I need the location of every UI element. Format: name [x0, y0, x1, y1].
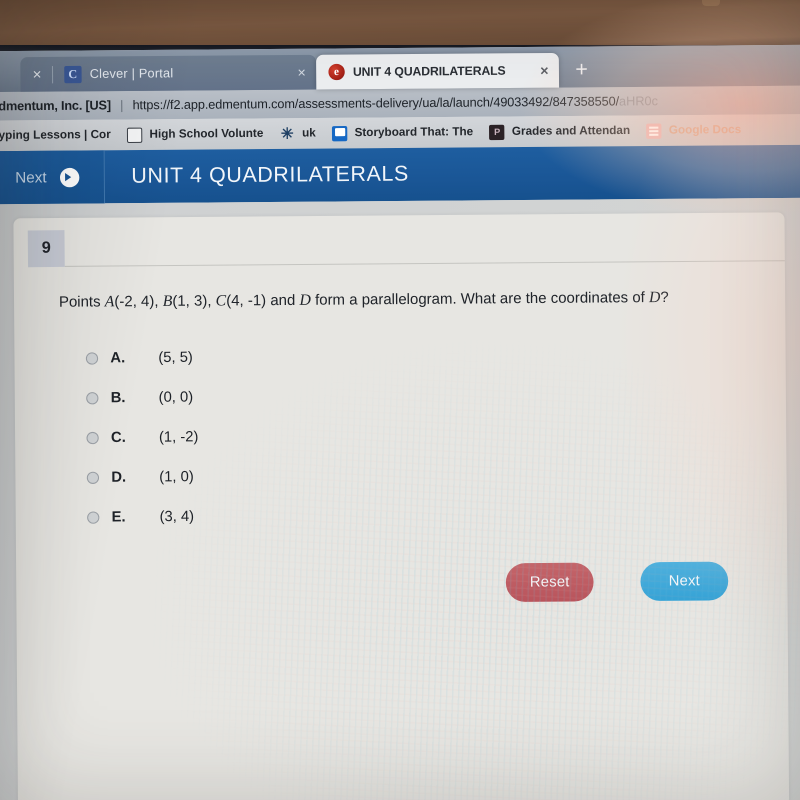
option-value: (0, 0) — [158, 388, 194, 406]
option-value: (5, 5) — [158, 349, 193, 366]
point-label-d-2: D — [648, 288, 661, 307]
browser-tab-label: Clever | Portal — [89, 66, 174, 82]
point-label-b: B — [162, 292, 173, 310]
reset-button[interactable]: Reset — [505, 562, 594, 603]
point-label-c: C — [215, 292, 227, 310]
radio-button-a[interactable] — [85, 351, 99, 365]
point-label-d: D — [299, 291, 311, 309]
desk-surface — [0, 0, 800, 45]
close-icon[interactable]: × — [540, 62, 549, 78]
arrow-right-circle-icon — [59, 167, 80, 187]
question-card: 9 Points A(-2, 4), B(1, 3), C(4, -1) and… — [13, 212, 790, 800]
page-icon — [127, 127, 143, 143]
next-button[interactable]: Next — [640, 561, 729, 602]
browser-tab-unit4[interactable]: e UNIT 4 QUADRILATERALS × — [316, 52, 560, 90]
action-button-row: Reset Next — [16, 561, 787, 606]
bookmark-label: Typing Lessons | Cor — [0, 128, 111, 143]
google-docs-icon — [646, 122, 662, 139]
bookmark-grades-and-attendance[interactable]: P Grades and Attendan — [489, 123, 631, 140]
option-letter: C. — [110, 429, 126, 446]
address-url-tail: aHR0c — [618, 93, 659, 109]
answer-option-c[interactable]: C. (1, -2) — [86, 417, 198, 458]
radio-button-d[interactable] — [86, 471, 100, 484]
photo-of-screen: × C Clever | Portal × e UNIT 4 QUADRILAT… — [0, 0, 800, 800]
option-value: (3, 4) — [159, 508, 195, 525]
bookmark-label: Grades and Attendan — [511, 124, 631, 138]
radio-button-c[interactable] — [86, 431, 99, 444]
prompt-segment: (1, 3), — [172, 293, 216, 310]
header-next-label: Next — [15, 168, 47, 187]
assessment-header: Next UNIT 4 QUADRILATERALS — [0, 144, 800, 205]
answer-option-d[interactable]: D. (1, 0) — [86, 457, 199, 498]
bookmark-label: uk — [302, 127, 316, 140]
address-url-text: https://f2.app.edmentum.com/assessments-… — [132, 94, 620, 113]
assessment-stage: 9 Points A(-2, 4), B(1, 3), C(4, -1) and… — [0, 197, 800, 800]
bookmark-storyboard-that[interactable]: Storyboard That: The — [332, 124, 474, 141]
browser-tab-clever[interactable]: × C Clever | Portal × — [20, 54, 317, 92]
tab-separator — [51, 65, 54, 83]
screen-content: × C Clever | Portal × e UNIT 4 QUADRILAT… — [0, 44, 800, 800]
radio-button-e[interactable] — [87, 510, 100, 524]
prompt-segment: form a parallelogram. What are the coord… — [310, 289, 650, 309]
bookmark-label: Storyboard That: The — [354, 125, 474, 140]
star-icon: ✳ — [280, 125, 294, 143]
prompt-segment: Points — [58, 294, 105, 311]
option-value: (1, -2) — [158, 428, 199, 446]
header-next-button[interactable]: Next — [0, 150, 106, 205]
storyboard-icon — [332, 125, 348, 141]
option-value: (1, 0) — [159, 468, 194, 485]
option-letter: D. — [111, 468, 127, 486]
site-identity-label: Edmentum, Inc. [US] — [0, 98, 111, 114]
tab-leading-close-icon[interactable]: × — [33, 66, 42, 83]
prompt-segment: (-2, 4), — [114, 293, 163, 311]
desk-notch — [702, 0, 720, 6]
clever-c-icon: C — [64, 65, 82, 83]
bookmark-label: Google Docs — [668, 123, 742, 137]
question-number-badge: 9 — [27, 230, 65, 268]
bookmark-label: High School Volunte — [149, 127, 264, 141]
answer-option-e[interactable]: E. (3, 4) — [87, 496, 199, 537]
bookmark-high-school-volunteer[interactable]: High School Volunte — [127, 126, 264, 143]
bookmark-typing-lessons[interactable]: Typing Lessons | Cor — [0, 129, 111, 142]
answer-option-a[interactable]: A. (5, 5) — [85, 337, 198, 378]
prompt-segment: (4, -1) and — [226, 292, 300, 310]
bookmark-google-docs[interactable]: Google Docs — [646, 122, 742, 139]
radio-button-b[interactable] — [86, 391, 99, 404]
address-separator: | — [119, 98, 124, 113]
page-title: UNIT 4 QUADRILATERALS — [131, 162, 409, 188]
option-letter: B. — [110, 389, 126, 406]
close-icon[interactable]: × — [297, 64, 306, 80]
browser-tab-label: UNIT 4 QUADRILATERALS — [352, 63, 506, 79]
bookmark-uk[interactable]: ✳ uk — [280, 125, 316, 143]
answer-option-b[interactable]: B. (0, 0) — [86, 377, 198, 418]
question-divider — [64, 260, 785, 267]
gradebook-icon: P — [489, 124, 505, 140]
browser-tab-strip: × C Clever | Portal × e UNIT 4 QUADRILAT… — [0, 44, 800, 93]
prompt-segment: ? — [660, 289, 669, 307]
edmentum-e-icon: e — [328, 63, 345, 81]
answer-options-list: A. (5, 5) B. (0, 0) C. (1, -2) D. (1, 0)… — [85, 337, 199, 537]
question-prompt: Points A(-2, 4), B(1, 3), C(4, -1) and D… — [59, 286, 763, 314]
new-tab-button[interactable]: + — [575, 58, 588, 82]
option-letter: A. — [110, 349, 126, 366]
option-letter: E. — [111, 508, 126, 526]
